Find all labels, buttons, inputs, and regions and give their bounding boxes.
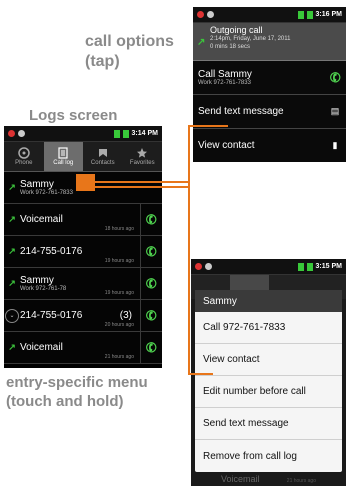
tab-call-log-label: Call log [53,160,74,166]
entry-menu-caption: entry-specific menu (touch and hold) [6,374,148,410]
notification-icon [195,263,202,270]
log-entry-name: 214-755-0176 [20,246,83,257]
call-log-icon [57,147,69,159]
log-entry-time: 20 hours ago [104,322,134,328]
connector-line [188,125,190,375]
context-menu: Sammy Call 972-761-7833 View contact Edi… [195,290,342,472]
log-entry-name: Voicemail [20,342,63,353]
option-label: View contact [198,140,255,151]
log-entry-time: 19 hours ago [104,290,134,296]
phone-icon: ✆ [143,274,160,292]
tab-favorites-label: Favorites [129,160,155,166]
notification-icon [8,130,15,137]
clock: 3:15 PM [315,263,342,270]
call-type: Outgoing call [210,25,263,35]
tab-phone-label: Phone [15,160,33,166]
log-entry-name: 214-755-0176 [20,310,83,321]
context-menu-title: Sammy [195,290,342,312]
status-bar: 3:16 PM [193,7,346,23]
outgoing-call-icon: ↗ [8,246,16,256]
usb-icon [207,11,214,18]
menu-item-view-contact[interactable]: View contact [195,344,342,376]
tab-contacts[interactable]: Contacts [83,142,123,171]
phone-icon: ✆ [143,306,160,324]
phone-icon: ✆ [143,242,160,260]
call-button[interactable]: ✆ [140,236,162,267]
outgoing-call-icon: ↗ [197,37,206,48]
clock: 3:14 PM [131,130,158,137]
outgoing-call-icon: ↗ [8,214,16,224]
connector-line [188,125,228,127]
outgoing-call-icon: ↗ [8,278,16,288]
tab-call-log[interactable]: Call log [43,142,83,171]
call-button[interactable]: ✆ [140,332,162,363]
log-entry-time: 19 hours ago [104,258,134,264]
menu-item-remove[interactable]: Remove from call log [195,440,342,472]
call-button[interactable]: ✆ [140,268,162,299]
clock: 3:16 PM [315,11,342,18]
signal-icon [113,129,120,138]
option-label: Send text message [198,106,284,117]
tab-contacts-label: Contacts [90,160,115,166]
log-entry-name: Voicemail [20,214,63,225]
usb-icon [205,263,212,270]
call-options-screen: 3:16 PM ↗ Outgoing call 2:14pm, Friday, … [193,7,346,162]
log-entry-time: 21 hours ago [104,354,134,360]
contacts-icon [97,147,109,159]
signal-icon [297,262,304,271]
option-sub: Work 972-761-7833 [198,80,251,86]
menu-item-call[interactable]: Call 972-761-7833 [195,312,342,344]
menu-item-edit-number[interactable]: Edit number before call [195,376,342,408]
call-count: (3) [119,310,132,321]
battery-icon [306,10,313,19]
tab-phone[interactable]: Phone [4,142,44,171]
log-entry[interactable]: ↗ Voicemail 18 hours ago ✆ [4,204,162,236]
logs-screen: 3:14 PM Phone Call log Contacts Favorite… [4,126,162,368]
connector-line [95,186,190,188]
touch-indicator [76,174,95,191]
usb-icon [18,130,25,137]
battery-icon [306,262,313,271]
battery-icon [122,129,129,138]
log-entry-time: 18 hours ago [104,226,134,232]
call-options-caption: call options (tap) [85,33,174,70]
log-entry[interactable]: ↗ Voicemail 21 hours ago ✆ [4,332,162,364]
outgoing-call-icon: ↗ [8,182,16,192]
call-duration: 0 mins 18 secs [210,44,251,50]
phone-dial-icon [18,147,30,159]
status-bar: 3:14 PM [4,126,162,142]
status-bar: 3:15 PM [191,259,346,275]
call-button[interactable]: ✆ [140,300,162,331]
outgoing-call-icon: ↗ [8,342,16,352]
entry-menu-screen: 3:15 PM Sammy Call 972-761-7833 View con… [191,259,346,486]
log-entry[interactable]: ⌄ 214-755-0176 (3) 20 hours ago ✆ [4,300,162,332]
signal-icon [297,10,304,19]
phone-icon: ✆ [143,338,160,356]
call-contact-option[interactable]: Call Sammy Work 972-761-7833 ✆ [193,61,346,95]
message-icon: ▤ [330,106,340,116]
connector-line [188,373,213,375]
log-entry-name: Sammy [20,275,54,286]
logs-screen-caption: Logs screen [29,107,118,124]
tab-favorites[interactable]: Favorites [123,142,163,171]
view-contact-option[interactable]: View contact ▮ [193,129,346,162]
notification-icon [197,11,204,18]
option-label: Call Sammy [198,69,252,80]
log-entry[interactable]: ↗ Sammy Work 972-761-78 19 hours ago ✆ [4,268,162,300]
phone-icon: ✆ [143,210,160,228]
tab-bar: Phone Call log Contacts Favorites [4,142,162,172]
missed-call-group-icon: ⌄ [5,308,19,323]
send-text-option[interactable]: Send text message ▤ [193,95,346,129]
contact-card-icon: ▮ [332,140,338,150]
call-datetime: 2:14pm, Friday, June 17, 2011 [210,36,291,42]
call-details-header: ↗ Outgoing call 2:14pm, Friday, June 17,… [193,23,346,61]
call-button[interactable]: ✆ [140,204,162,235]
star-icon [136,147,148,159]
log-entry[interactable]: ↗ 214-755-0176 19 hours ago ✆ [4,236,162,268]
menu-item-send-text[interactable]: Send text message [195,408,342,440]
behind-entry-time: 21 hours ago [286,478,316,484]
behind-entry-name: Voicemail [221,474,260,484]
connector-line [95,181,190,183]
